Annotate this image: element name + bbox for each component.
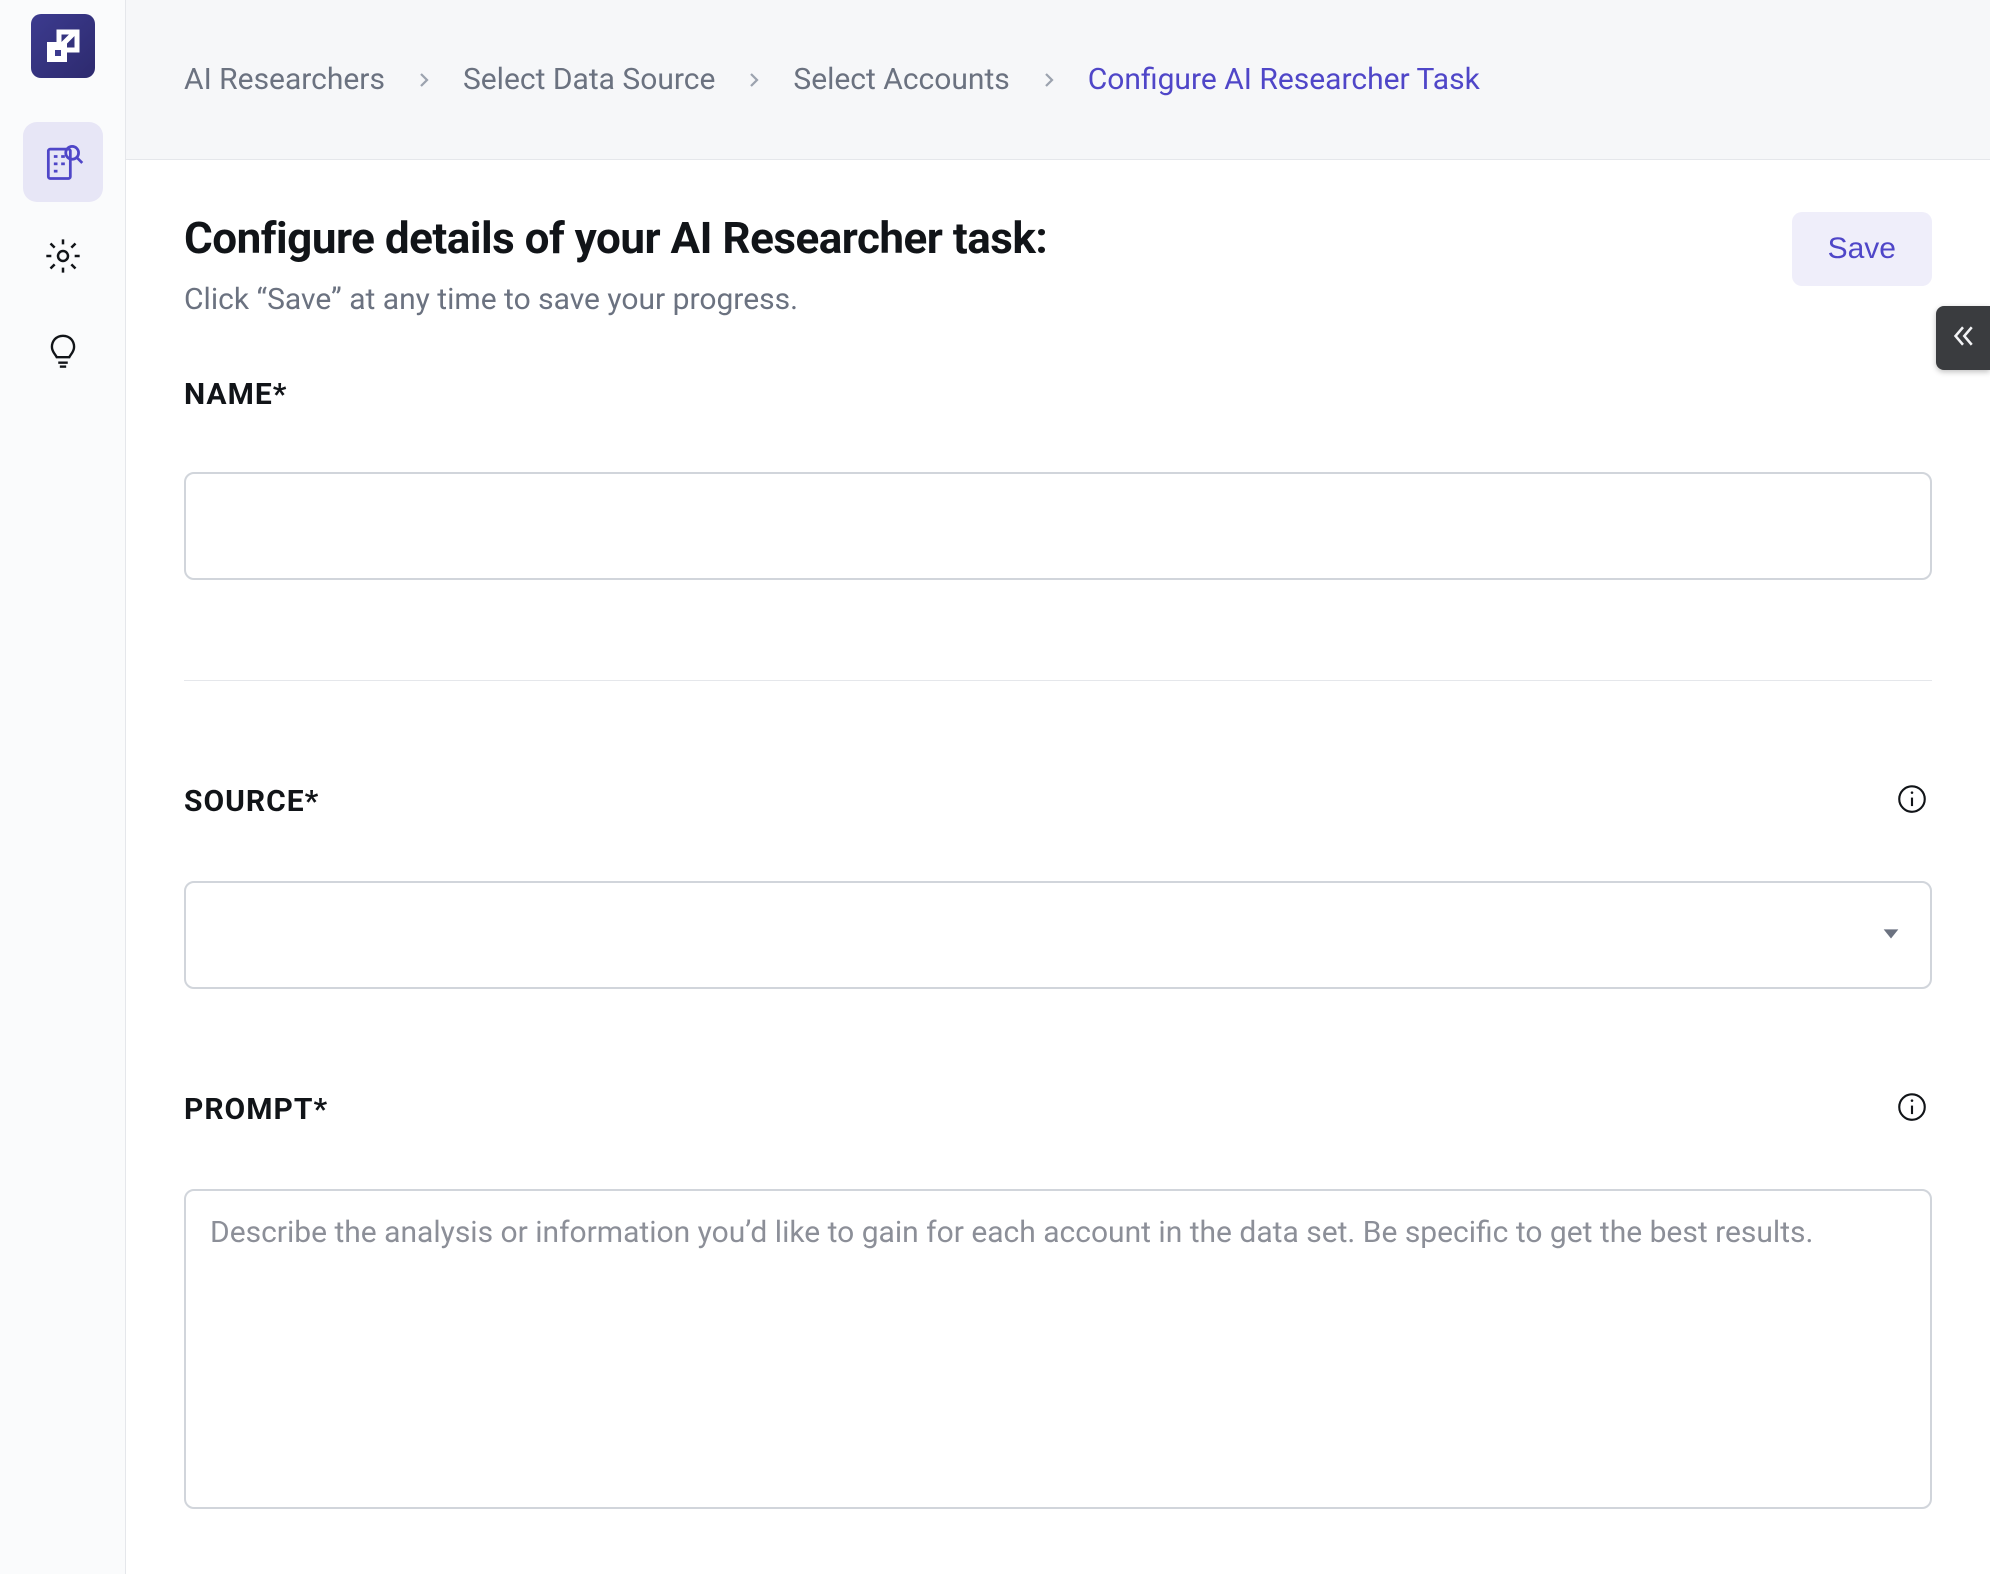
app-root: AI Researchers Select Data Source Select… bbox=[0, 0, 1990, 1574]
required-indicator: * bbox=[273, 377, 288, 412]
chevrons-left-icon bbox=[1948, 321, 1978, 355]
breadcrumb-item-ai-researchers[interactable]: AI Researchers bbox=[184, 62, 385, 97]
logo-icon bbox=[45, 28, 81, 64]
name-label: NAME* bbox=[184, 377, 287, 412]
lightbulb-icon bbox=[44, 331, 82, 369]
required-indicator: * bbox=[313, 1092, 328, 1127]
sidebar-item-settings[interactable] bbox=[23, 216, 103, 296]
prompt-label: PROMPT* bbox=[184, 1092, 328, 1127]
breadcrumb-item-select-data-source[interactable]: Select Data Source bbox=[463, 62, 715, 97]
app-logo[interactable] bbox=[31, 14, 95, 78]
required-indicator: * bbox=[305, 784, 320, 819]
gear-icon bbox=[43, 236, 83, 276]
page-title: Configure details of your AI Researcher … bbox=[184, 212, 1047, 264]
field-block-name: NAME* bbox=[184, 377, 1932, 580]
content-area: Configure details of your AI Researcher … bbox=[126, 160, 1990, 1574]
chevron-right-icon bbox=[1040, 71, 1058, 89]
source-select[interactable] bbox=[184, 881, 1932, 989]
main-column: AI Researchers Select Data Source Select… bbox=[126, 0, 1990, 1574]
page-header: Configure details of your AI Researcher … bbox=[184, 212, 1932, 317]
field-block-prompt: PROMPT* bbox=[184, 1089, 1932, 1513]
sidebar bbox=[0, 0, 126, 1574]
section-divider bbox=[184, 680, 1932, 681]
breadcrumb: AI Researchers Select Data Source Select… bbox=[126, 0, 1990, 160]
prompt-info-button[interactable] bbox=[1892, 1089, 1932, 1129]
sidebar-item-ai-researchers[interactable] bbox=[23, 122, 103, 202]
source-label-text: SOURCE bbox=[184, 784, 305, 819]
panel-collapse-handle[interactable] bbox=[1936, 306, 1990, 370]
chevron-right-icon bbox=[745, 71, 763, 89]
sidebar-item-tips[interactable] bbox=[23, 310, 103, 390]
save-button[interactable]: Save bbox=[1792, 212, 1932, 286]
prompt-textarea[interactable] bbox=[184, 1189, 1932, 1509]
prompt-label-text: PROMPT bbox=[184, 1092, 313, 1127]
field-block-source: SOURCE* bbox=[184, 781, 1932, 989]
name-label-text: NAME bbox=[184, 377, 273, 412]
building-search-icon bbox=[41, 140, 85, 184]
info-icon bbox=[1895, 782, 1929, 820]
source-info-button[interactable] bbox=[1892, 781, 1932, 821]
source-label: SOURCE* bbox=[184, 784, 319, 819]
chevron-right-icon bbox=[415, 71, 433, 89]
name-input[interactable] bbox=[184, 472, 1932, 580]
breadcrumb-item-configure-task: Configure AI Researcher Task bbox=[1088, 62, 1480, 97]
info-icon bbox=[1895, 1090, 1929, 1128]
breadcrumb-item-select-accounts[interactable]: Select Accounts bbox=[793, 62, 1009, 97]
page-subtitle: Click “Save” at any time to save your pr… bbox=[184, 282, 1047, 317]
